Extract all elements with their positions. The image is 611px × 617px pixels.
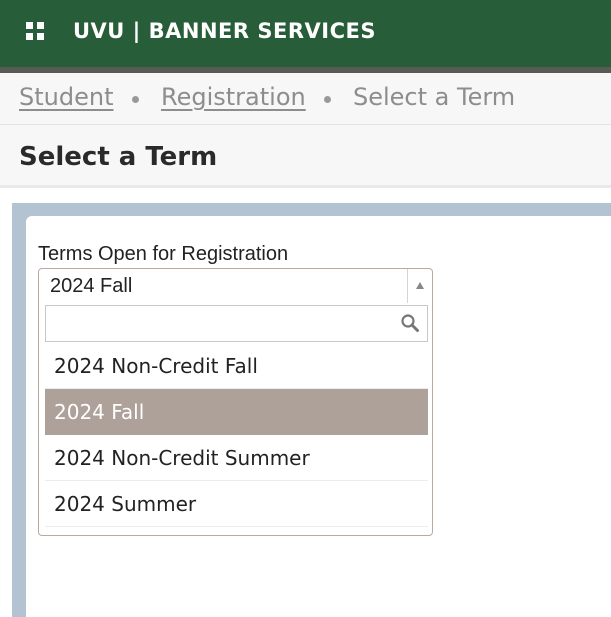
grid-apps-icon[interactable] bbox=[26, 22, 46, 42]
breadcrumb-separator-icon bbox=[132, 96, 139, 103]
page-title-bar: Select a Term bbox=[0, 125, 611, 188]
dropdown-toggle[interactable] bbox=[407, 269, 432, 303]
breadcrumb-current: Select a Term bbox=[353, 83, 516, 111]
top-header-bar: UVU | BANNER SERVICES bbox=[0, 0, 611, 67]
term-option[interactable]: 2024 Non-Credit Fall bbox=[45, 343, 428, 389]
page-title: Select a Term bbox=[19, 142, 218, 172]
app-title: UVU | BANNER SERVICES bbox=[73, 19, 376, 43]
search-icon bbox=[401, 314, 419, 332]
breadcrumb: Student Registration Select a Term bbox=[0, 73, 611, 125]
term-option-selected[interactable]: 2024 Fall bbox=[45, 389, 428, 435]
term-select-dropdown[interactable]: 2024 Fall 2024 Non-Credit Fall 2024 Fall… bbox=[38, 268, 433, 536]
term-select-label: Terms Open for Registration bbox=[38, 243, 289, 265]
breadcrumb-separator-icon bbox=[324, 96, 331, 103]
term-option[interactable]: 2024 Summer bbox=[45, 481, 428, 527]
term-options-list: 2024 Non-Credit Fall 2024 Fall 2024 Non-… bbox=[45, 343, 428, 527]
term-search-input[interactable] bbox=[45, 305, 428, 342]
breadcrumb-link-student[interactable]: Student bbox=[19, 83, 113, 111]
term-select-value[interactable]: 2024 Fall bbox=[50, 275, 132, 298]
term-option[interactable]: 2024 Non-Credit Summer bbox=[45, 435, 428, 481]
caret-up-icon bbox=[416, 282, 424, 289]
breadcrumb-link-registration[interactable]: Registration bbox=[161, 83, 306, 111]
